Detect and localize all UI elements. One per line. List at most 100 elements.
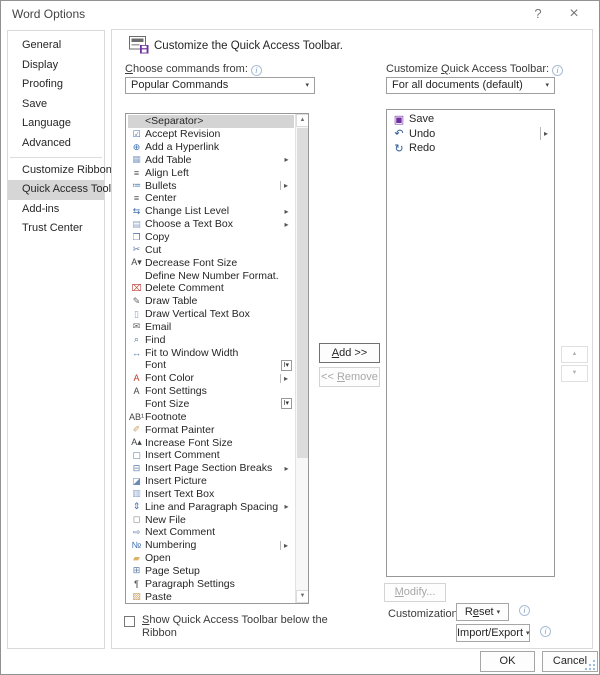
list-item[interactable]: AFont Color▸ xyxy=(128,372,294,385)
resize-grip[interactable] xyxy=(593,660,595,662)
cancel-button[interactable]: Cancel xyxy=(542,651,598,672)
list-item[interactable]: ⇆Change List Level▸ xyxy=(128,205,294,218)
list-item[interactable]: ✎Draw Table xyxy=(128,295,294,308)
command-label: Decrease Font Size xyxy=(145,257,279,269)
flyout-arrow-icon[interactable]: ▸ xyxy=(280,541,291,550)
list-item[interactable]: ⊟Insert Page Section Breaks▸ xyxy=(128,462,294,475)
list-item[interactable]: ⊞Page Setup xyxy=(128,565,294,578)
info-icon[interactable]: i xyxy=(540,626,551,637)
list-item[interactable]: ◪Insert Picture xyxy=(128,475,294,488)
help-icon[interactable]: ? xyxy=(527,4,549,24)
list-item[interactable]: AB¹Footnote xyxy=(128,410,294,423)
sidebar-item-general[interactable]: General xyxy=(8,36,104,56)
list-item[interactable]: ≔Bullets▸ xyxy=(128,179,294,192)
scroll-down-icon[interactable]: ▼ xyxy=(296,590,309,603)
list-item[interactable]: ▯Draw Vertical Text Box xyxy=(128,308,294,321)
info-icon[interactable]: i xyxy=(552,65,563,76)
list-item[interactable]: AFont Settings xyxy=(128,385,294,398)
command-icon: ⊞ xyxy=(128,565,145,576)
sidebar-item-trust-center[interactable]: Trust Center xyxy=(8,219,104,239)
list-item[interactable]: ≡Center xyxy=(128,192,294,205)
sidebar-item-proofing[interactable]: Proofing xyxy=(8,75,104,95)
list-item[interactable]: ◻New File xyxy=(128,513,294,526)
command-icon: ▣ xyxy=(389,113,409,126)
ok-button[interactable]: OK xyxy=(480,651,535,672)
list-item[interactable]: ✐Format Painter xyxy=(128,423,294,436)
scroll-up-icon[interactable]: ▲ xyxy=(296,114,309,127)
scrollbar[interactable]: ▲ ▼ xyxy=(295,114,308,603)
command-icon: ▤ xyxy=(128,219,145,230)
list-item[interactable]: ▢Insert Comment xyxy=(128,449,294,462)
list-item[interactable]: FontI▾ xyxy=(128,359,294,372)
list-item[interactable]: ▧Paste xyxy=(128,590,294,602)
sidebar-item-language[interactable]: Language xyxy=(8,114,104,134)
list-item[interactable]: ✉Email xyxy=(128,321,294,334)
list-item[interactable]: ⌕Find xyxy=(128,333,294,346)
list-item[interactable]: ↻Redo xyxy=(389,141,554,156)
flyout-arrow-icon[interactable]: ▸ xyxy=(279,207,294,216)
list-item[interactable]: ▦Add Table▸ xyxy=(128,154,294,167)
sidebar-item-save[interactable]: Save xyxy=(8,95,104,115)
command-icon: ↻ xyxy=(389,142,409,155)
remove-button[interactable]: << Remove xyxy=(319,367,380,387)
list-item[interactable]: №Numbering▸ xyxy=(128,539,294,552)
list-item[interactable]: A▴Increase Font Size xyxy=(128,436,294,449)
flyout-arrow-icon[interactable]: ▸ xyxy=(279,220,294,229)
flyout-arrow-icon[interactable]: ▸ xyxy=(279,155,294,164)
reset-button[interactable]: Reset▾ xyxy=(456,603,509,621)
command-label: Format Painter xyxy=(145,424,279,436)
customize-qat-dropdown[interactable]: For all documents (default) ▾ xyxy=(386,77,555,94)
modify-button[interactable]: Modify... xyxy=(384,583,446,602)
list-item[interactable]: ▰Open xyxy=(128,552,294,565)
show-qat-below-ribbon-checkbox[interactable]: Show Quick Access Toolbar below the Ribb… xyxy=(124,614,328,640)
flyout-arrow-icon[interactable]: ▸ xyxy=(280,374,291,383)
move-down-button[interactable]: ▼ xyxy=(561,365,588,382)
list-item[interactable]: ↔Fit to Window Width xyxy=(128,346,294,359)
sidebar-item-customize-ribbon[interactable]: Customize Ribbon xyxy=(8,161,104,181)
list-item[interactable]: Define New Number Format... xyxy=(128,269,294,282)
list-item[interactable]: ▥Insert Text Box xyxy=(128,487,294,500)
list-item[interactable]: ▣Save xyxy=(389,112,554,127)
list-item[interactable]: ⇨Next Comment xyxy=(128,526,294,539)
list-item[interactable]: ⊕Add a Hyperlink xyxy=(128,141,294,154)
list-item[interactable]: ↶Undo▸ xyxy=(389,127,554,142)
list-item[interactable]: ≡Align Left xyxy=(128,166,294,179)
list-item[interactable]: ☑Accept Revision xyxy=(128,128,294,141)
flyout-arrow-icon[interactable]: ▸ xyxy=(540,127,551,140)
command-icon: ❐ xyxy=(128,232,145,243)
list-item[interactable]: <Separator> xyxy=(128,115,294,128)
sidebar-item-quick-access-toolbar[interactable]: Quick Access Toolbar xyxy=(8,180,104,200)
chevron-down-icon: ▾ xyxy=(526,630,530,637)
sidebar-item-add-ins[interactable]: Add-ins xyxy=(8,200,104,220)
sidebar-item-display[interactable]: Display xyxy=(8,56,104,76)
list-item[interactable]: Font SizeI▾ xyxy=(128,398,294,411)
titlebar[interactable]: Word Options ? × xyxy=(1,1,599,27)
import-export-button[interactable]: Import/Export▾ xyxy=(456,624,530,642)
list-item[interactable]: ⌧Delete Comment xyxy=(128,282,294,295)
list-item[interactable]: ¶Paragraph Settings xyxy=(128,577,294,590)
close-icon[interactable]: × xyxy=(563,4,585,24)
sidebar-item-advanced[interactable]: Advanced xyxy=(8,134,104,154)
command-label: Undo xyxy=(409,128,540,140)
checkbox-box[interactable] xyxy=(124,616,135,627)
customize-qat-label: Customize Quick Access Toolbar:i xyxy=(386,63,563,76)
add-button[interactable]: Add >> xyxy=(319,343,380,363)
flyout-arrow-icon[interactable]: ▸ xyxy=(279,464,294,473)
list-item[interactable]: ✂Cut xyxy=(128,243,294,256)
list-item[interactable]: ❐Copy xyxy=(128,231,294,244)
flyout-arrow-icon[interactable]: ▸ xyxy=(279,502,294,511)
command-label: Fit to Window Width xyxy=(145,347,279,359)
flyout-arrow-icon[interactable]: ▸ xyxy=(280,181,291,190)
list-item[interactable]: ▤Choose a Text Box▸ xyxy=(128,218,294,231)
list-item[interactable]: A▾Decrease Font Size xyxy=(128,256,294,269)
list-item[interactable]: ⇕Line and Paragraph Spacing▸ xyxy=(128,500,294,513)
choose-commands-dropdown[interactable]: Popular Commands ▾ xyxy=(125,77,315,94)
info-icon[interactable]: i xyxy=(519,605,530,616)
scrollbar-thumb[interactable] xyxy=(297,128,308,458)
commands-list[interactable]: <Separator>☑Accept Revision⊕Add a Hyperl… xyxy=(125,113,309,604)
info-icon[interactable]: i xyxy=(251,65,262,76)
command-label: Find xyxy=(145,334,279,346)
command-icon: ▰ xyxy=(128,553,145,564)
move-up-button[interactable]: ▲ xyxy=(561,346,588,363)
qat-items-list[interactable]: ▣Save↶Undo▸↻Redo xyxy=(386,109,555,577)
